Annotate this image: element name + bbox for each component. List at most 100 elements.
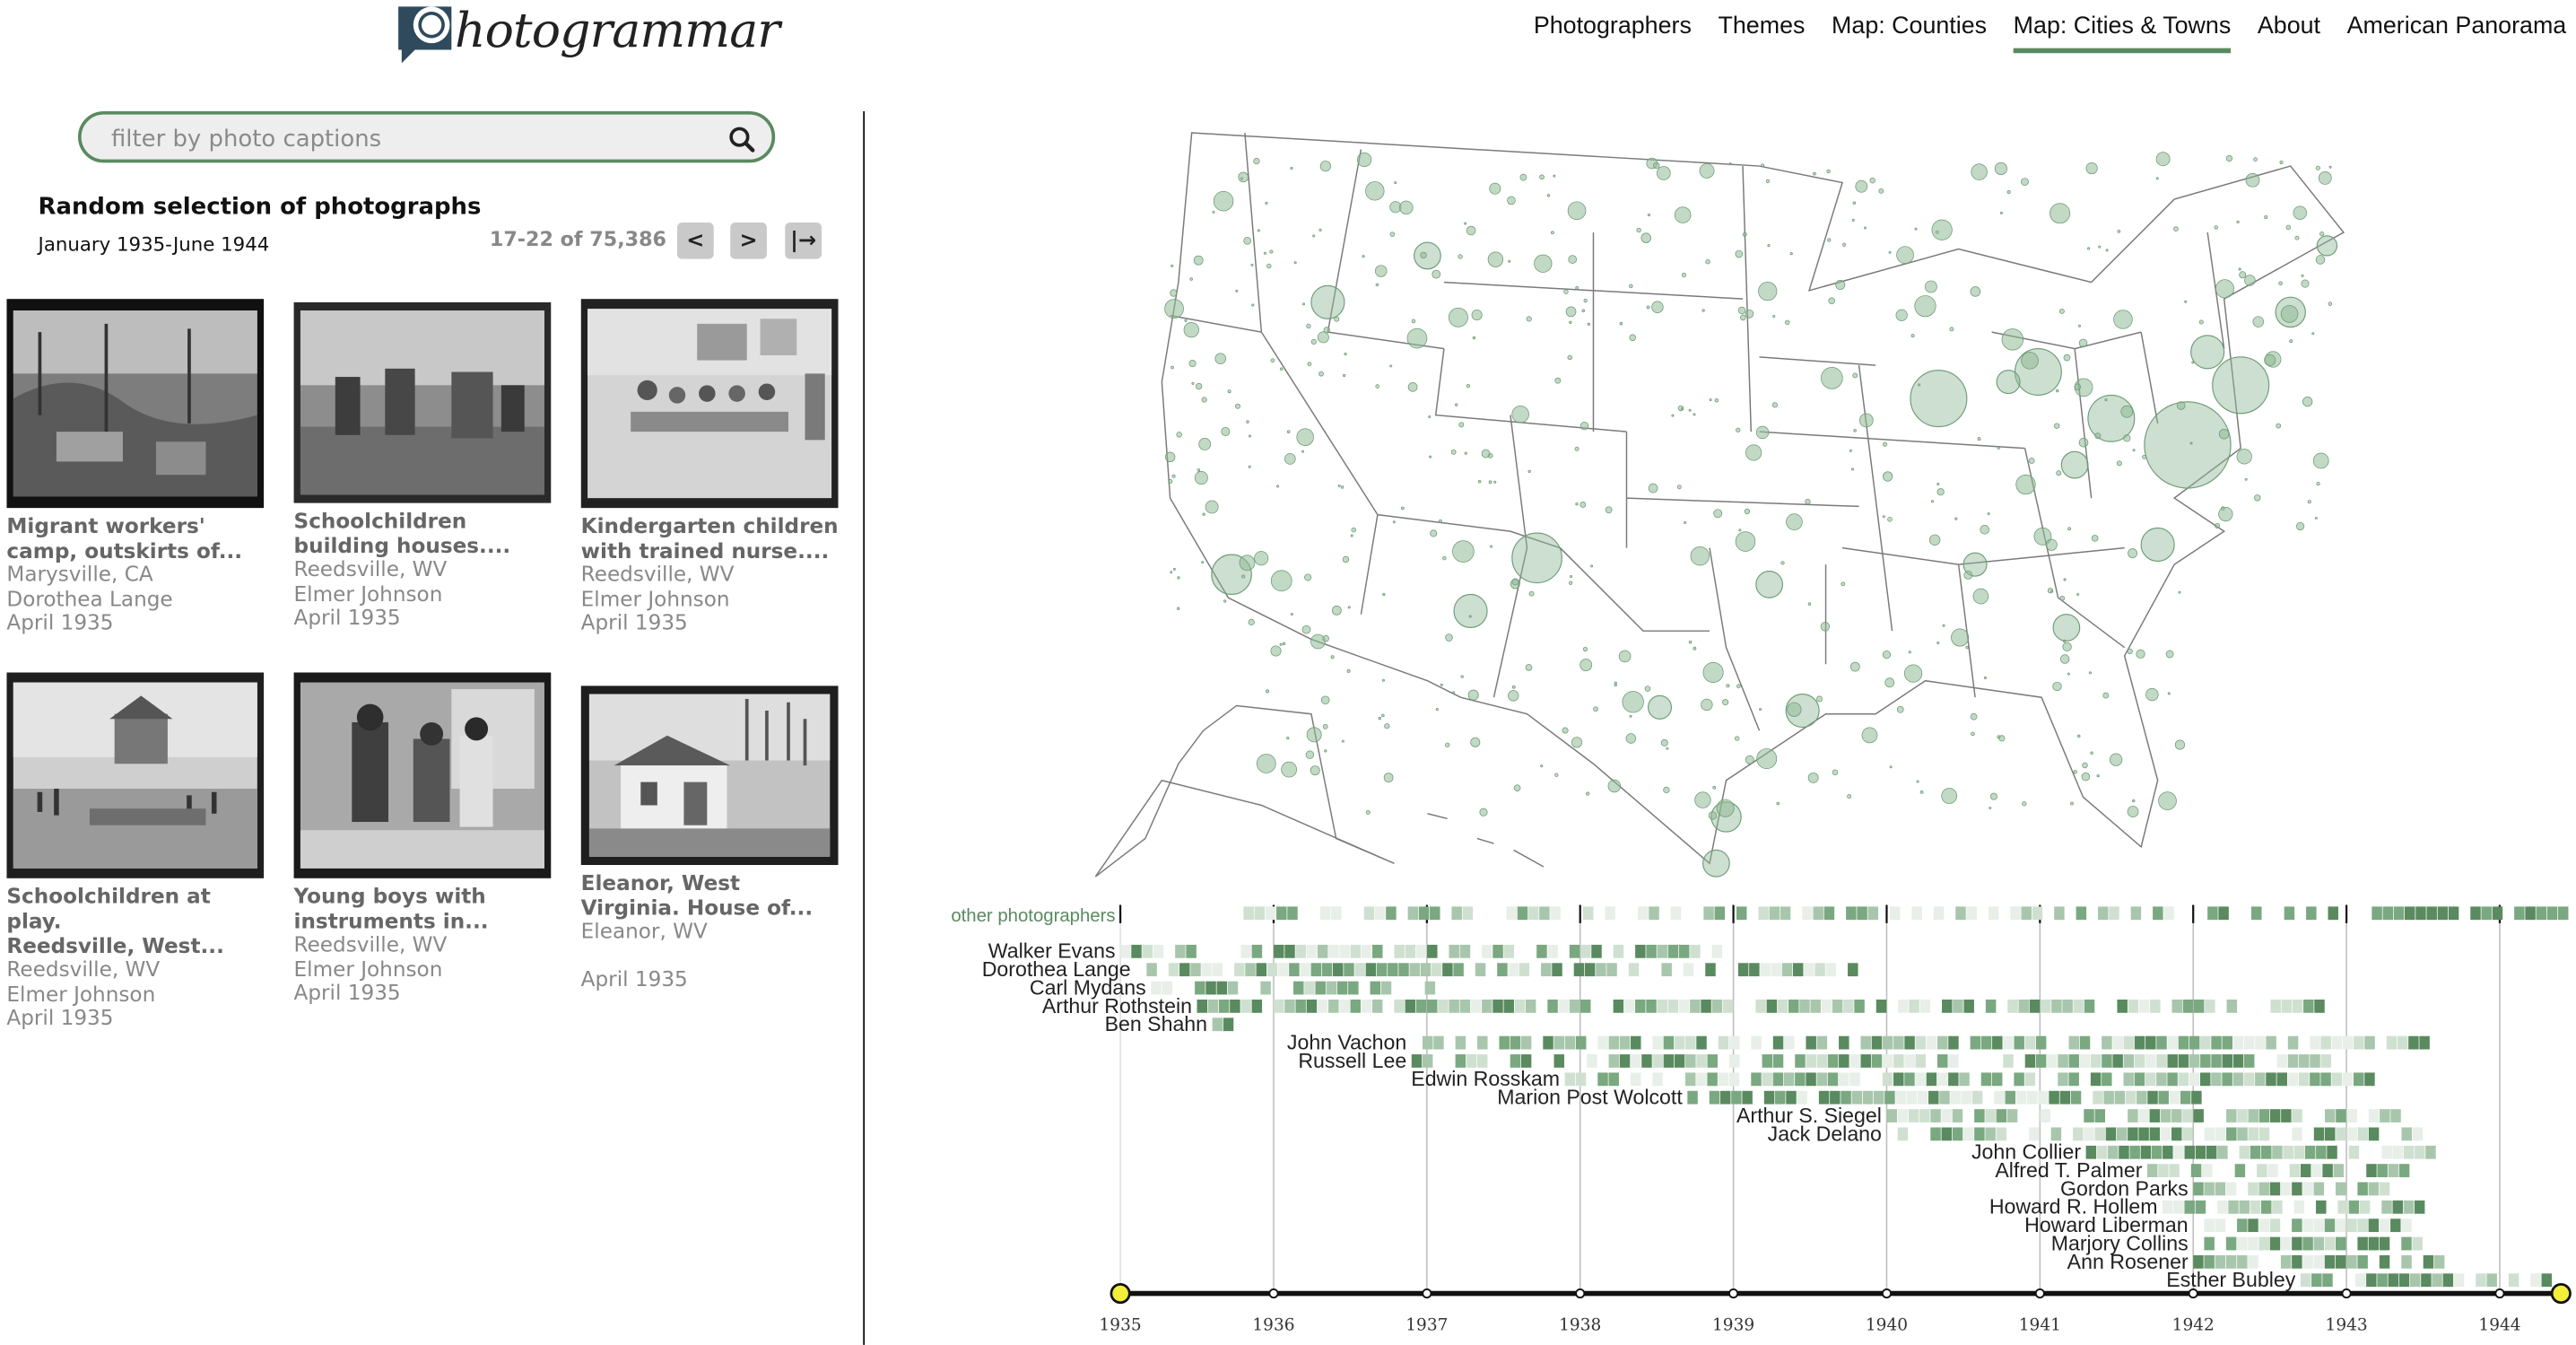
- photo-caption-line2[interactable]: building houses....: [294, 533, 556, 558]
- timeline-cell[interactable]: [1442, 963, 1453, 977]
- city-bubble[interactable]: [1949, 327, 1954, 332]
- timeline-cell[interactable]: [2243, 1072, 2255, 1087]
- city-bubble[interactable]: [2165, 650, 2174, 659]
- timeline-cell[interactable]: [1363, 906, 1375, 921]
- timeline-cell[interactable]: [1652, 1035, 1663, 1050]
- timeline-cell[interactable]: [2076, 906, 2087, 921]
- city-bubble[interactable]: [1942, 624, 1945, 627]
- city-bubble[interactable]: [1887, 517, 1893, 522]
- timeline-cell[interactable]: [1438, 1000, 1449, 1013]
- timeline-cell[interactable]: [2130, 906, 2142, 921]
- city-bubble[interactable]: [1324, 749, 1327, 753]
- city-bubble[interactable]: [1648, 483, 1658, 493]
- city-bubble[interactable]: [1546, 194, 1551, 197]
- timeline-cell[interactable]: [1550, 906, 1561, 921]
- photo-thumbnail[interactable]: [293, 672, 552, 878]
- timeline-cell[interactable]: [2320, 1035, 2331, 1050]
- timeline-cell[interactable]: [2202, 1164, 2213, 1178]
- timeline-cell[interactable]: [2379, 1236, 2390, 1251]
- timeline-cell[interactable]: [1862, 1090, 1874, 1105]
- city-bubble[interactable]: [1281, 761, 1298, 778]
- prev-page-button[interactable]: <: [677, 222, 714, 259]
- city-bubble[interactable]: [1467, 689, 1479, 701]
- city-bubble[interactable]: [2319, 231, 2325, 237]
- city-bubble[interactable]: [1999, 211, 2003, 214]
- city-bubble[interactable]: [1452, 691, 1456, 694]
- city-bubble[interactable]: [1381, 713, 1385, 718]
- city-bubble[interactable]: [1936, 488, 1945, 496]
- city-bubble[interactable]: [2296, 521, 2305, 531]
- timeline-cell[interactable]: [2024, 1072, 2036, 1087]
- timeline-cell[interactable]: [2433, 1254, 2445, 1269]
- timeline-cell[interactable]: [1596, 963, 1606, 977]
- timeline-cell[interactable]: [2232, 1035, 2244, 1050]
- city-bubble[interactable]: [1399, 200, 1414, 215]
- city-bubble[interactable]: [2001, 328, 2024, 351]
- timeline-cell[interactable]: [2357, 1236, 2368, 1251]
- timeline-cell[interactable]: [2062, 1000, 2073, 1013]
- city-bubble[interactable]: [1701, 309, 1705, 312]
- city-bubble[interactable]: [1197, 468, 1201, 472]
- city-bubble[interactable]: [1511, 578, 1519, 586]
- city-bubble[interactable]: [1270, 358, 1275, 363]
- city-bubble[interactable]: [2052, 614, 2081, 642]
- timeline-cell[interactable]: [1953, 1000, 1963, 1013]
- timeline-cell[interactable]: [2298, 1072, 2310, 1087]
- timeline-cell[interactable]: [2178, 1035, 2189, 1050]
- city-bubble[interactable]: [1970, 286, 1981, 297]
- timeline-cell[interactable]: [2486, 1273, 2497, 1288]
- city-bubble[interactable]: [1816, 695, 1823, 703]
- timeline-cell[interactable]: [1274, 1000, 1284, 1013]
- timeline-cell[interactable]: [2289, 1164, 2301, 1178]
- city-bubble[interactable]: [1656, 166, 1671, 180]
- city-bubble[interactable]: [1350, 534, 1353, 537]
- timeline-cell[interactable]: [1306, 1000, 1318, 1013]
- city-bubble[interactable]: [2158, 791, 2177, 810]
- city-bubble[interactable]: [1320, 695, 1330, 705]
- photo-place[interactable]: Reedsville, WV: [6, 957, 268, 983]
- city-bubble[interactable]: [1651, 301, 1664, 314]
- timeline-cell[interactable]: [1317, 1000, 1328, 1013]
- timeline-cell[interactable]: [2211, 1072, 2222, 1087]
- photo-place[interactable]: Reedsville, WV: [294, 557, 556, 582]
- timeline-cell[interactable]: [1719, 1090, 1731, 1105]
- city-bubble[interactable]: [1869, 177, 1875, 184]
- timeline-cell[interactable]: [1573, 963, 1585, 977]
- city-bubble[interactable]: [1607, 779, 1622, 793]
- city-bubble[interactable]: [1931, 219, 1953, 240]
- timeline-cell[interactable]: [1207, 1000, 1219, 1013]
- timeline-cell[interactable]: [2218, 906, 2229, 921]
- city-bubble[interactable]: [1202, 512, 1205, 516]
- timeline-cell[interactable]: [1304, 981, 1315, 995]
- city-bubble[interactable]: [1406, 328, 1428, 349]
- timeline-cell[interactable]: [1996, 1109, 2007, 1122]
- city-bubble[interactable]: [1571, 737, 1583, 748]
- timeline-cell[interactable]: [2364, 1072, 2375, 1087]
- city-bubble[interactable]: [1736, 684, 1741, 689]
- timeline-cell[interactable]: [2287, 1035, 2299, 1050]
- photo-caption-line2[interactable]: instruments in...: [294, 908, 556, 933]
- timeline-cell[interactable]: [2261, 1145, 2272, 1159]
- timeline-cell[interactable]: [1994, 1090, 2005, 1105]
- city-bubble[interactable]: [1428, 415, 1432, 418]
- timeline-cell[interactable]: [2331, 1072, 2343, 1087]
- timeline-cell[interactable]: [2217, 1145, 2228, 1159]
- timeline-cell[interactable]: [2222, 1054, 2233, 1068]
- search-input[interactable]: [108, 121, 712, 158]
- timeline-cell[interactable]: [1795, 1054, 1806, 1068]
- photo-place[interactable]: Reedsville, WV: [294, 932, 556, 957]
- city-bubble[interactable]: [1858, 413, 1874, 428]
- timeline-cell[interactable]: [2269, 1218, 2281, 1233]
- timeline-cell[interactable]: [2014, 1072, 2024, 1087]
- photo-card[interactable]: Eleanor, West Virginia. House of... Elea…: [580, 686, 843, 991]
- photo-card[interactable]: Kindergarten children with trained nurse…: [580, 299, 843, 635]
- city-bubble[interactable]: [1716, 799, 1735, 817]
- city-bubble[interactable]: [1381, 678, 1385, 682]
- timeline-cell[interactable]: [2079, 1035, 2091, 1050]
- timeline-cell[interactable]: [1886, 1109, 1897, 1122]
- timeline-cell[interactable]: [2006, 1109, 2018, 1122]
- city-bubble[interactable]: [1193, 255, 1204, 266]
- city-bubble[interactable]: [1439, 519, 1442, 523]
- timeline-cell[interactable]: [1459, 944, 1471, 958]
- timeline-cell[interactable]: [2228, 1200, 2239, 1214]
